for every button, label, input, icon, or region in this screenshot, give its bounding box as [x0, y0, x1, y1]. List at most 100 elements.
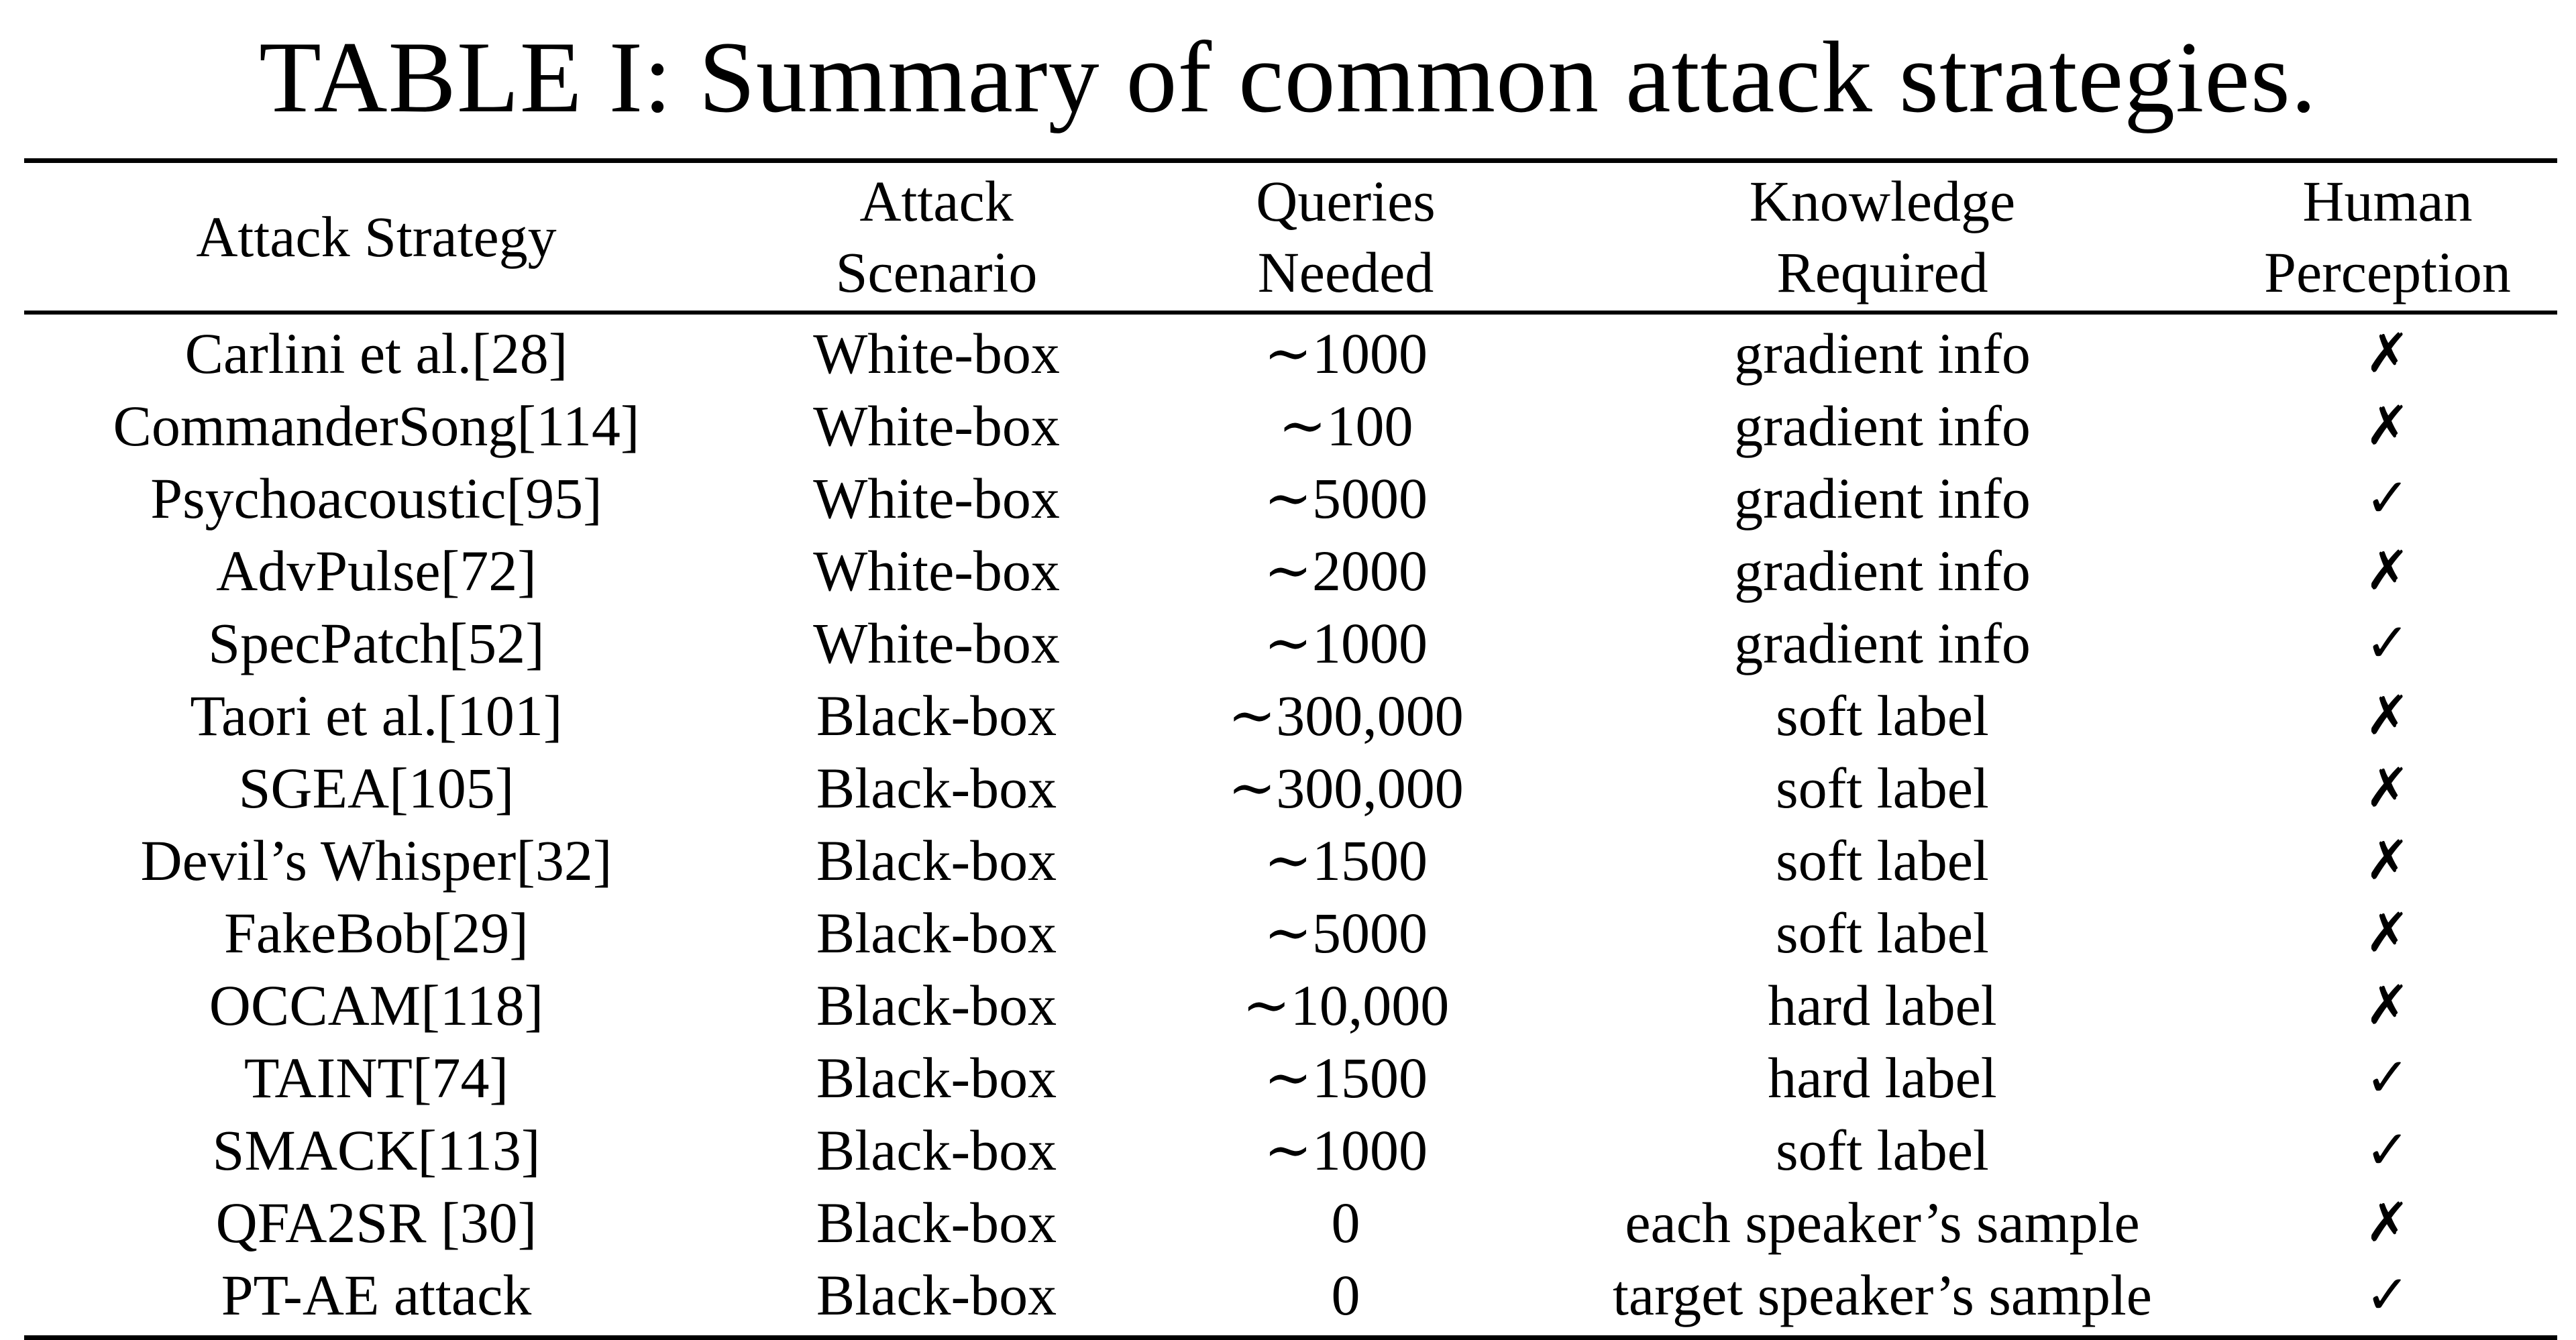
- table-row: SGEA[105] Black-box ∼300,000 soft label …: [24, 752, 2557, 824]
- cell-queries-needed: 0: [1331, 1190, 1360, 1255]
- attack-strategies-table: Attack Strategy Attack Scenario Queries …: [24, 158, 2557, 1340]
- cell-queries-needed: ∼1000: [1263, 611, 1428, 675]
- header-human-perception-line1: Human: [2302, 169, 2473, 233]
- cell-attack-scenario: Black-box: [816, 1190, 1057, 1255]
- cell-attack-scenario: Black-box: [816, 1263, 1057, 1327]
- check-icon: ✓: [2365, 1046, 2410, 1109]
- table-row: PT-AE attack Black-box 0 target speaker’…: [24, 1259, 2557, 1338]
- cell-attack-strategy: SGEA[105]: [238, 756, 515, 820]
- header-human-perception-line2: Perception: [2264, 240, 2511, 304]
- cross-icon: ✗: [2365, 539, 2410, 602]
- cell-knowledge-required: gradient info: [1734, 394, 2031, 458]
- header-queries-needed-line1: Queries: [1256, 169, 1436, 233]
- cell-attack-scenario: Black-box: [816, 901, 1057, 965]
- header-attack-strategy: Attack Strategy: [24, 161, 729, 313]
- cell-queries-needed: ∼300,000: [1228, 756, 1464, 820]
- attack-strategies-table-container: Attack Strategy Attack Scenario Queries …: [24, 158, 2557, 1340]
- table-row: QFA2SR [30] Black-box 0 each speaker’s s…: [24, 1186, 2557, 1259]
- cross-icon: ✗: [2365, 394, 2410, 457]
- table-row: Taori et al.[101] Black-box ∼300,000 sof…: [24, 679, 2557, 752]
- table-row: TAINT[74] Black-box ∼1500 hard label ✓: [24, 1042, 2557, 1114]
- cell-queries-needed: ∼300,000: [1228, 683, 1464, 748]
- cell-knowledge-required: hard label: [1768, 1046, 1997, 1110]
- cell-knowledge-required: each speaker’s sample: [1625, 1190, 2140, 1255]
- table-body: Carlini et al.[28] White-box ∼1000 gradi…: [24, 313, 2557, 1338]
- header-attack-scenario-line1: Attack: [859, 169, 1014, 233]
- cell-attack-scenario: Black-box: [816, 1046, 1057, 1110]
- table-row: AdvPulse[72] White-box ∼2000 gradient in…: [24, 535, 2557, 607]
- cell-knowledge-required: soft label: [1776, 1118, 1989, 1182]
- cell-attack-scenario: Black-box: [816, 973, 1057, 1038]
- table-row: Carlini et al.[28] White-box ∼1000 gradi…: [24, 313, 2557, 390]
- cell-queries-needed: ∼100: [1278, 394, 1413, 458]
- cell-queries-needed: ∼1000: [1263, 321, 1428, 386]
- cell-knowledge-required: gradient info: [1734, 611, 2031, 675]
- cross-icon: ✗: [2365, 684, 2410, 746]
- header-knowledge-required-line1: Knowledge: [1749, 169, 2016, 233]
- cell-attack-scenario: White-box: [813, 394, 1060, 458]
- header-knowledge-required: Knowledge Required: [1547, 161, 2218, 313]
- table-row: Devil’s Whisper[32] Black-box ∼1500 soft…: [24, 824, 2557, 897]
- table-row: FakeBob[29] Black-box ∼5000 soft label ✗: [24, 897, 2557, 969]
- cell-knowledge-required: gradient info: [1734, 321, 2031, 386]
- header-human-perception: Human Perception: [2218, 161, 2557, 313]
- cell-attack-scenario: White-box: [813, 539, 1060, 603]
- header-attack-scenario: Attack Scenario: [729, 161, 1144, 313]
- cell-attack-scenario: Black-box: [816, 683, 1057, 748]
- header-knowledge-required-line2: Required: [1776, 240, 1988, 304]
- cell-knowledge-required: gradient info: [1734, 539, 2031, 603]
- header-queries-needed: Queries Needed: [1144, 161, 1547, 313]
- cell-attack-strategy: FakeBob[29]: [224, 901, 529, 965]
- table-header: Attack Strategy Attack Scenario Queries …: [24, 160, 2557, 313]
- check-icon: ✓: [2365, 1119, 2410, 1181]
- cross-icon: ✗: [2365, 829, 2410, 891]
- cell-queries-needed: ∼5000: [1263, 901, 1428, 965]
- table-row: Psychoacoustic[95] White-box ∼5000 gradi…: [24, 462, 2557, 535]
- cell-queries-needed: ∼5000: [1263, 466, 1428, 531]
- table-caption: TABLE I: Summary of common attack strate…: [259, 21, 2317, 133]
- cell-attack-strategy: TAINT[74]: [244, 1046, 509, 1110]
- cell-attack-strategy: Taori et al.[101]: [190, 683, 563, 748]
- cell-queries-needed: ∼1500: [1263, 1046, 1428, 1110]
- cell-attack-strategy: SMACK[113]: [212, 1118, 541, 1182]
- cell-attack-scenario: Black-box: [816, 828, 1057, 893]
- cell-knowledge-required: soft label: [1776, 683, 1989, 748]
- cell-attack-scenario: White-box: [813, 321, 1060, 386]
- cell-queries-needed: 0: [1331, 1263, 1360, 1327]
- cell-knowledge-required: soft label: [1776, 901, 1989, 965]
- table-row: OCCAM[118] Black-box ∼10,000 hard label …: [24, 969, 2557, 1042]
- cell-attack-strategy: OCCAM[118]: [209, 973, 544, 1038]
- header-queries-needed-line2: Needed: [1257, 240, 1434, 304]
- table-row: CommanderSong[114] White-box ∼100 gradie…: [24, 390, 2557, 462]
- check-icon: ✓: [2365, 467, 2410, 529]
- cross-icon: ✗: [2365, 322, 2410, 384]
- cell-knowledge-required: hard label: [1768, 973, 1997, 1038]
- table-row: SpecPatch[52] White-box ∼1000 gradient i…: [24, 607, 2557, 679]
- cell-knowledge-required: target speaker’s sample: [1613, 1263, 2152, 1327]
- cell-attack-scenario: Black-box: [816, 1118, 1057, 1182]
- cross-icon: ✗: [2365, 974, 2410, 1036]
- cell-queries-needed: ∼1500: [1263, 828, 1428, 893]
- cell-attack-strategy: SpecPatch[52]: [208, 611, 545, 675]
- cell-attack-scenario: White-box: [813, 466, 1060, 531]
- header-row: Attack Strategy Attack Scenario Queries …: [24, 160, 2557, 313]
- table-row: SMACK[113] Black-box ∼1000 soft label ✓: [24, 1114, 2557, 1186]
- cross-icon: ✗: [2365, 757, 2410, 819]
- cell-queries-needed: ∼2000: [1263, 539, 1428, 603]
- cell-attack-strategy: CommanderSong[114]: [113, 394, 640, 458]
- cell-attack-strategy: Devil’s Whisper[32]: [140, 828, 612, 893]
- cell-attack-strategy: AdvPulse[72]: [216, 539, 537, 603]
- cell-knowledge-required: soft label: [1776, 828, 1989, 893]
- header-attack-strategy-label: Attack Strategy: [196, 205, 557, 269]
- cell-knowledge-required: soft label: [1776, 756, 1989, 820]
- header-attack-scenario-line2: Scenario: [835, 240, 1038, 304]
- check-icon: ✓: [2365, 612, 2410, 674]
- cross-icon: ✗: [2365, 901, 2410, 964]
- cell-attack-strategy: QFA2SR [30]: [215, 1190, 537, 1255]
- cell-queries-needed: ∼1000: [1263, 1118, 1428, 1182]
- cell-queries-needed: ∼10,000: [1242, 973, 1450, 1038]
- cell-attack-scenario: Black-box: [816, 756, 1057, 820]
- cell-knowledge-required: gradient info: [1734, 466, 2031, 531]
- cell-attack-scenario: White-box: [813, 611, 1060, 675]
- cell-attack-strategy: PT-AE attack: [221, 1263, 532, 1327]
